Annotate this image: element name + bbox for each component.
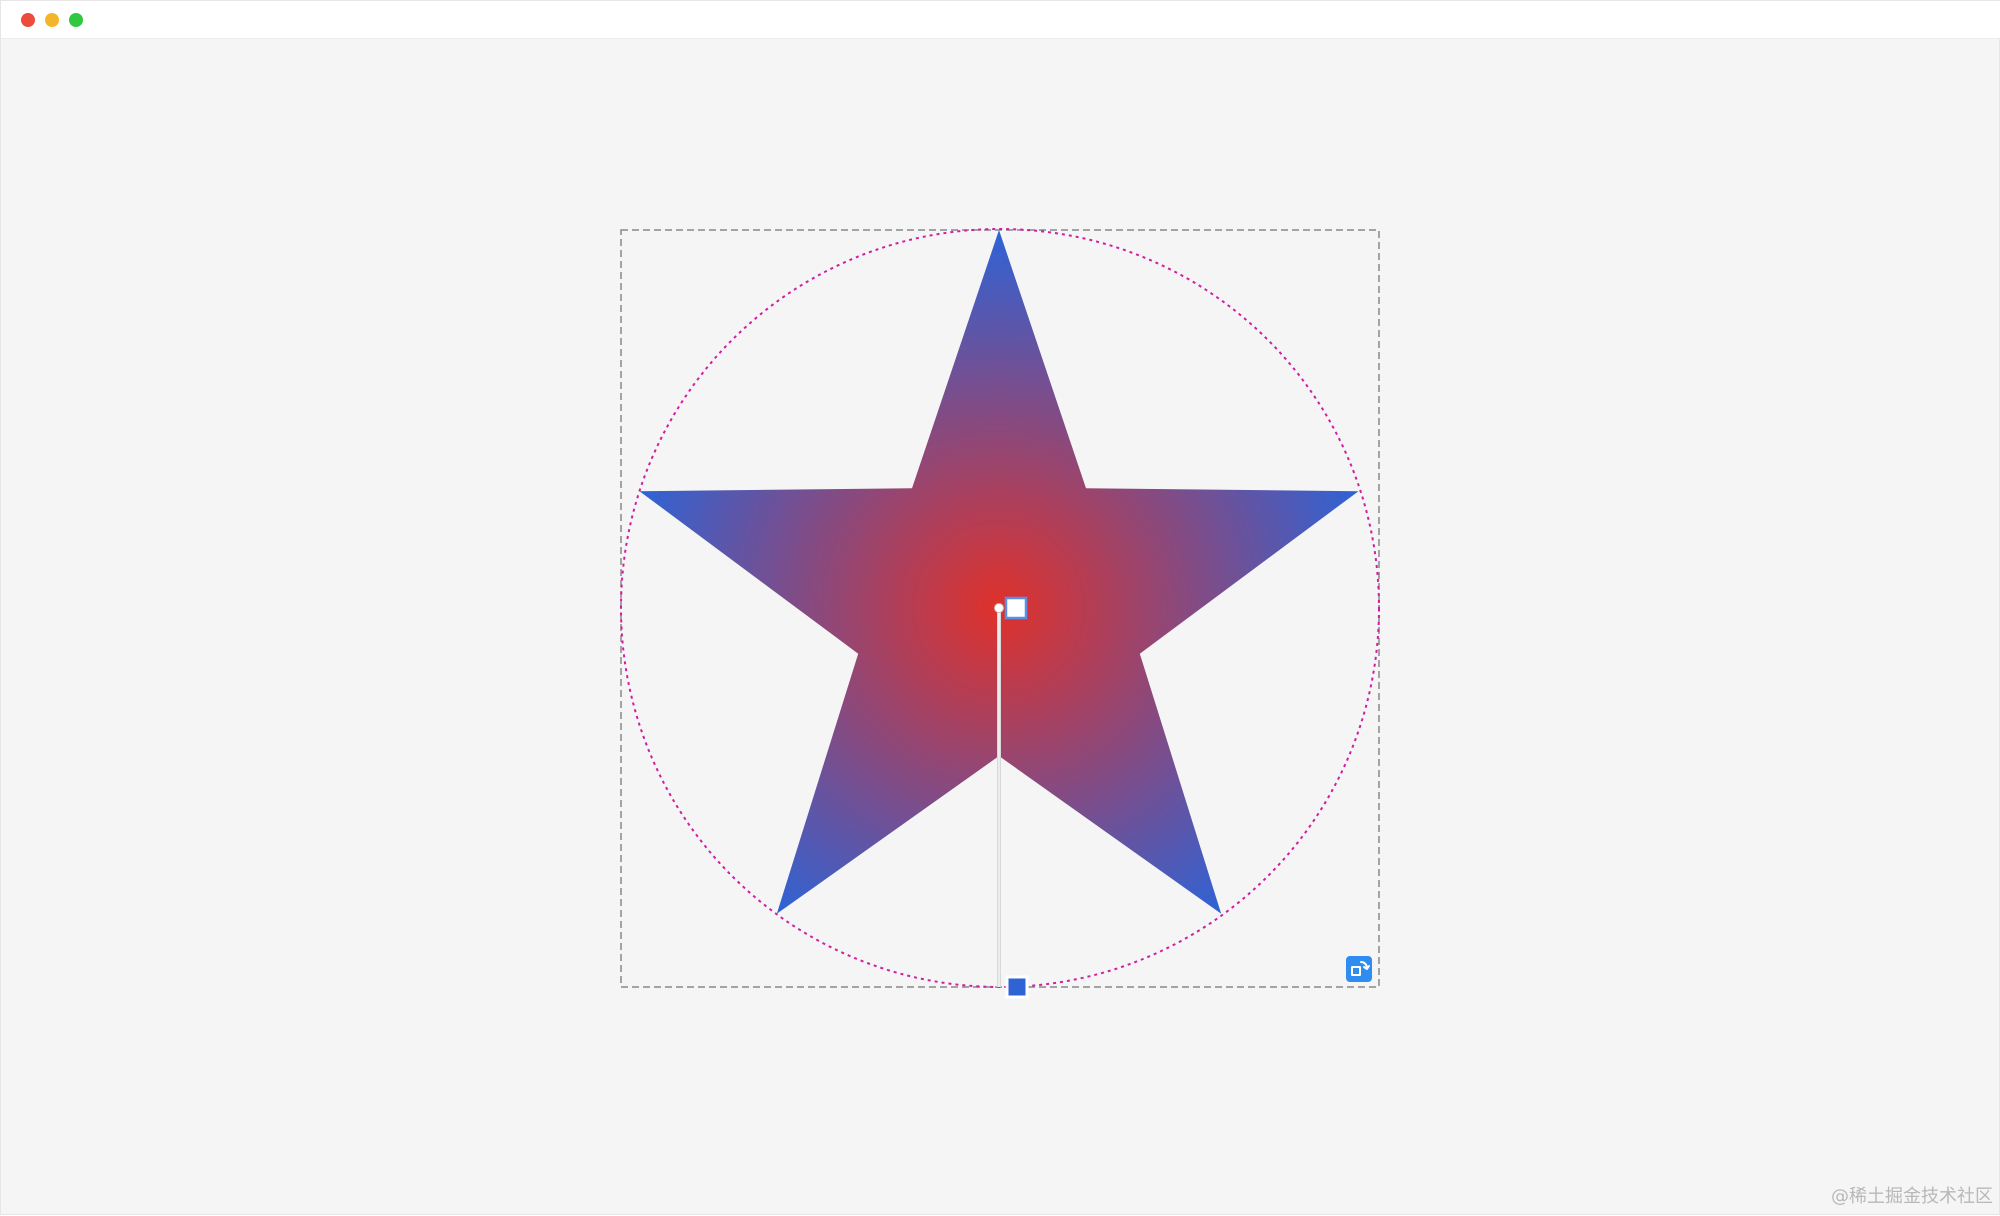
gradient-center-handle[interactable] xyxy=(1004,596,1028,620)
editor-canvas[interactable] xyxy=(1,1,2000,1216)
app-window: @稀土掘金技术社区 xyxy=(0,0,2000,1215)
gradient-end-handle[interactable] xyxy=(1005,975,1029,999)
gradient-center-dot[interactable] xyxy=(994,603,1004,613)
watermark-text: @稀土掘金技术社区 xyxy=(1831,1186,1993,1207)
rotate-button[interactable] xyxy=(1346,956,1372,982)
